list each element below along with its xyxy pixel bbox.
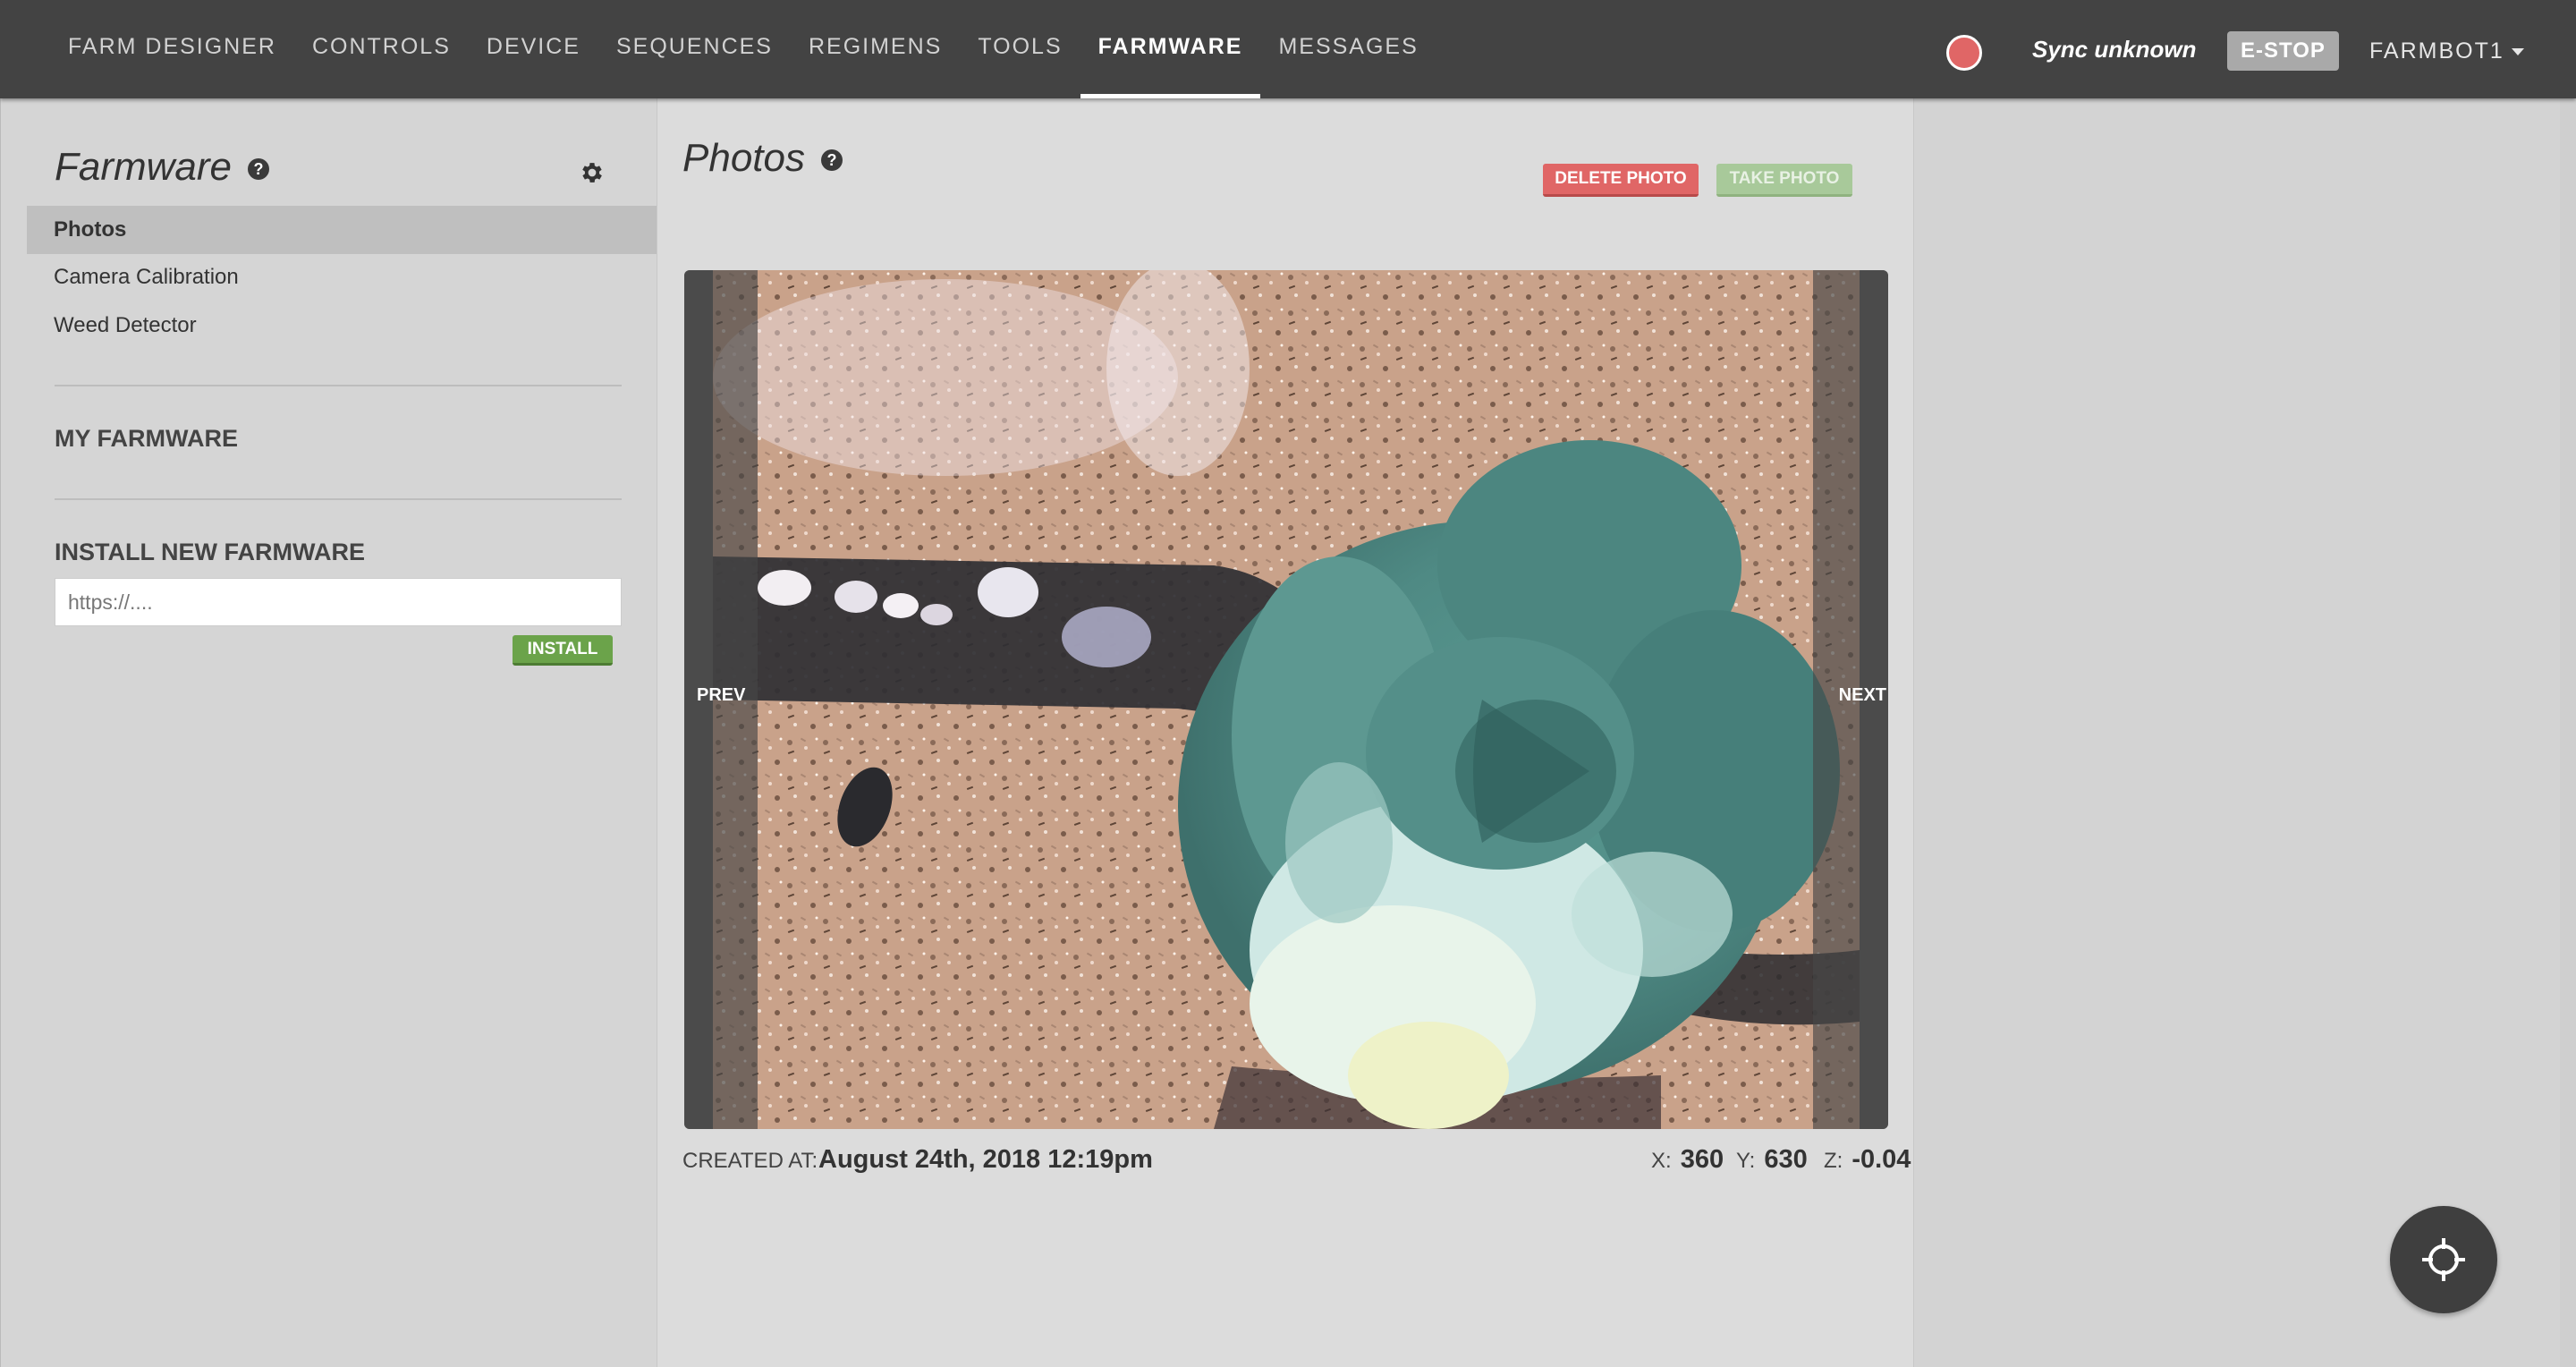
coord-z: Z: -0.04 [1824,1145,1911,1175]
photo-viewer: PREV NEXT [684,270,1888,1129]
page-title: Photos? [682,136,843,181]
delete-photo-button[interactable]: DELETE PHOTO [1543,164,1699,197]
farm-photo [713,270,1860,1129]
coord-x: X: 360 [1651,1145,1724,1175]
sidebar-title-text: Farmware [55,145,233,189]
help-icon[interactable]: ? [248,158,270,181]
connection-status-indicator[interactable] [1946,35,1982,71]
created-at-value: August 24th, 2018 12:19pm [818,1145,1153,1174]
gear-icon[interactable] [579,159,606,186]
nav-regimens[interactable]: REGIMENS [791,0,960,98]
nav-tools[interactable]: TOOLS [960,0,1080,98]
divider [55,498,622,500]
coord-y-value: 630 [1764,1145,1808,1174]
sidebar-item-weed-detector[interactable]: Weed Detector [27,301,657,350]
install-button[interactable]: INSTALL [513,635,613,666]
next-button[interactable]: NEXT [1839,685,1886,706]
coord-y: Y: 630 [1736,1145,1808,1175]
take-photo-button[interactable]: TAKE PHOTO [1716,164,1852,197]
my-farmware-heading: MY FARMWARE [55,425,239,452]
photo-metadata: CREATED AT: August 24th, 2018 12:19pm X:… [682,1143,1911,1176]
move-controls-button[interactable] [2390,1206,2497,1313]
prev-button[interactable]: PREV [697,685,745,706]
divider [55,385,622,386]
nav-farm-designer[interactable]: FARM DESIGNER [50,0,294,98]
coord-x-value: 360 [1680,1145,1724,1174]
coord-z-label: Z: [1824,1149,1843,1173]
sidebar-title: Farmware? [55,145,270,190]
top-navbar: FARM DESIGNER CONTROLS DEVICE SEQUENCES … [0,0,2576,98]
main-nav: FARM DESIGNER CONTROLS DEVICE SEQUENCES … [50,0,1436,98]
account-label: FARMBOT1 [2369,38,2504,64]
scrollbar[interactable] [2560,98,2576,1367]
right-panel [1914,98,2576,1367]
nav-farmware[interactable]: FARMWARE [1080,0,1261,98]
account-menu[interactable]: FARMBOT1 [2369,38,2524,64]
nav-sequences[interactable]: SEQUENCES [598,0,791,98]
crosshair-icon [2422,1238,2465,1281]
farmware-url-input[interactable] [55,578,622,626]
photos-panel: Photos? DELETE PHOTO TAKE PHOTO PREV NEX… [657,98,1914,1367]
farmware-sidebar: Farmware? Photos Camera Calibration Weed… [0,98,657,1367]
sync-status[interactable]: Sync unknown [2032,36,2196,64]
sidebar-item-photos[interactable]: Photos [27,206,657,254]
coord-z-value: -0.04 [1852,1145,1911,1174]
install-farmware-heading: INSTALL NEW FARMWARE [55,539,365,565]
created-at-label: CREATED AT: [682,1149,818,1173]
coord-x-label: X: [1651,1149,1672,1173]
coord-y-label: Y: [1736,1149,1756,1173]
sidebar-item-camera-calibration[interactable]: Camera Calibration [27,253,657,301]
estop-button[interactable]: E-STOP [2227,31,2339,71]
nav-device[interactable]: DEVICE [469,0,598,98]
chevron-down-icon [2511,48,2524,56]
nav-controls[interactable]: CONTROLS [294,0,469,98]
help-icon[interactable]: ? [820,149,843,172]
nav-messages[interactable]: MESSAGES [1260,0,1436,98]
page-title-text: Photos [682,136,805,180]
